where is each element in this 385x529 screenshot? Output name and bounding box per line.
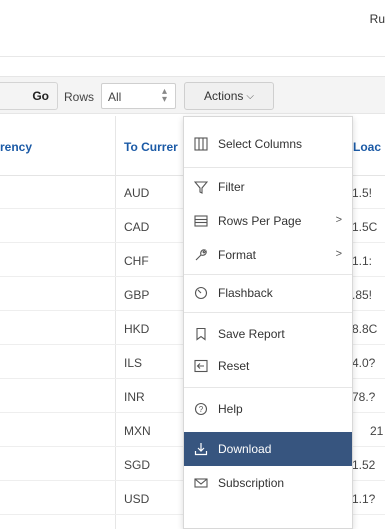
menu-separator <box>184 167 352 168</box>
cell-load: 4.0? <box>352 356 376 370</box>
menu-item-download[interactable]: Download <box>184 432 352 466</box>
user-menu[interactable]: Ru <box>370 12 385 26</box>
bookmark-icon <box>184 327 218 341</box>
menu-separator <box>184 312 352 313</box>
cell-load: 1.1: <box>352 254 373 268</box>
menu-item-label: Reset <box>218 359 250 373</box>
cell-load: 78.? <box>352 390 376 404</box>
menu-item-label: Filter <box>218 180 245 194</box>
cell-load: 8.8C <box>352 322 378 336</box>
menu-item-label: Rows Per Page <box>218 214 302 228</box>
menu-item-filter[interactable]: Filter <box>184 170 352 204</box>
cell-to-currency: INR <box>124 390 145 404</box>
columns-icon <box>184 137 218 151</box>
download-icon <box>184 442 218 456</box>
rows-per-page-icon <box>184 214 218 228</box>
menu-item-label: Help <box>218 402 243 416</box>
menu-item-label: Save Report <box>218 327 285 341</box>
menu-item-reset[interactable]: Reset <box>184 349 352 383</box>
cell-load: 1.52 <box>352 458 376 472</box>
rows-label: Rows <box>64 90 95 104</box>
top-bar: Ru <box>0 0 385 60</box>
menu-item-help[interactable]: ? Help <box>184 392 352 426</box>
go-button[interactable]: Go <box>0 82 58 110</box>
reset-icon <box>184 359 218 373</box>
menu-item-label: Format <box>218 248 257 262</box>
column-header-from-currency[interactable]: rency <box>0 140 32 154</box>
actions-button[interactable]: Actions ⌵ <box>184 82 274 110</box>
chevron-right-icon: > <box>335 214 342 226</box>
actions-menu: Select Columns Filter Rows Per Page > Fo… <box>183 116 353 529</box>
cell-to-currency: AUD <box>124 186 150 200</box>
menu-item-select-columns[interactable]: Select Columns <box>184 127 352 161</box>
cell-to-currency: HKD <box>124 322 150 336</box>
menu-item-label: Flashback <box>218 286 273 300</box>
cell-load: 21 <box>370 424 384 438</box>
actions-button-label: Actions <box>204 89 244 103</box>
cell-to-currency: CHF <box>124 254 149 268</box>
menu-separator <box>184 274 352 275</box>
menu-item-label: Subscription <box>218 476 285 490</box>
column-header-to-currency[interactable]: To Currer <box>124 140 178 154</box>
report-toolbar: Go Rows All ▴ ▾ Actions ⌵ <box>0 76 385 114</box>
menu-item-rows-per-page[interactable]: Rows Per Page > <box>184 204 352 238</box>
help-icon: ? <box>184 402 218 416</box>
svg-text:?: ? <box>199 405 204 414</box>
cell-load: 1.5! <box>352 186 373 200</box>
rows-select[interactable]: All ▴ ▾ <box>101 83 176 109</box>
chevron-right-icon: > <box>335 248 342 260</box>
select-arrows-icon: ▴ ▾ <box>161 86 167 105</box>
menu-item-subscription[interactable]: Subscription <box>184 466 352 500</box>
cell-load: 1.1? <box>352 492 376 506</box>
column-header-load[interactable]: Loac <box>353 140 381 154</box>
divider <box>0 56 385 57</box>
cell-to-currency: ILS <box>124 356 143 370</box>
clock-icon <box>184 286 218 300</box>
menu-item-flashback[interactable]: Flashback <box>184 276 352 310</box>
mail-icon <box>184 476 218 490</box>
menu-item-label: Select Columns <box>218 137 303 151</box>
menu-item-label: Download <box>218 442 272 456</box>
cell-load: 1.5C <box>352 220 378 234</box>
filter-icon <box>184 180 218 194</box>
wrench-icon <box>184 248 218 262</box>
cell-to-currency: USD <box>124 492 150 506</box>
cell-to-currency: GBP <box>124 288 150 302</box>
chevron-down-icon: ⌵ <box>246 90 254 102</box>
cell-to-currency: SGD <box>124 458 151 472</box>
cell-to-currency: CAD <box>124 220 150 234</box>
menu-item-save-report[interactable]: Save Report <box>184 317 352 351</box>
cell-to-currency: MXN <box>124 424 151 438</box>
menu-item-format[interactable]: Format > <box>184 238 352 272</box>
cell-load: .85! <box>352 288 373 302</box>
rows-select-value: All <box>108 90 122 104</box>
menu-separator <box>184 387 352 388</box>
